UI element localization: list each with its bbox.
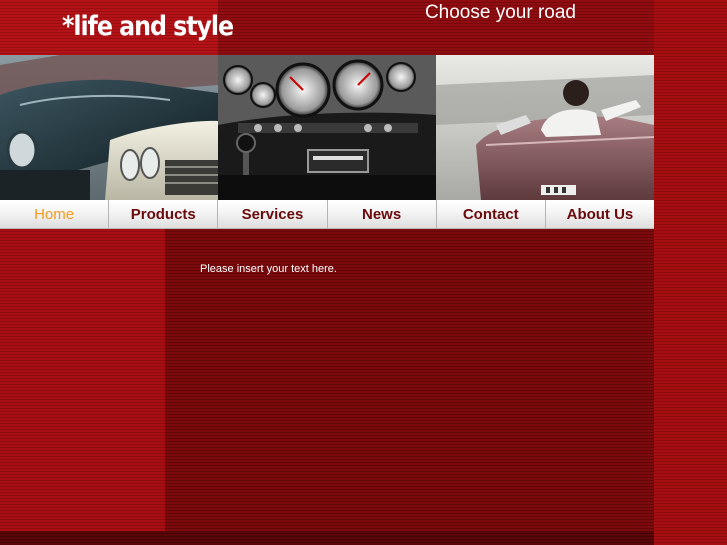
footer-strip	[0, 531, 654, 545]
nav-home[interactable]: Home	[0, 200, 110, 228]
nav-services[interactable]: Services	[218, 200, 328, 228]
site-tagline: Choose your road	[424, 2, 576, 23]
logo-area: *life and style	[0, 0, 234, 55]
nav-about-us[interactable]: About Us	[545, 200, 655, 228]
photo-banner	[0, 55, 654, 200]
convertible-driver-photo	[436, 55, 654, 200]
nav-news[interactable]: News	[327, 200, 437, 228]
nav-contact[interactable]: Contact	[436, 200, 546, 228]
main-content: Please insert your text here.	[165, 229, 654, 531]
site-logo[interactable]: *life and style	[62, 10, 234, 44]
dashboard-gauges-photo	[218, 55, 436, 200]
sidebar	[0, 229, 165, 531]
vintage-cars-photo	[0, 55, 218, 200]
main-navigation: Home Products Services News Contact Abou…	[0, 200, 655, 229]
header: *life and style Choose your road	[0, 0, 654, 55]
nav-products[interactable]: Products	[109, 200, 219, 228]
content-placeholder-text: Please insert your text here.	[200, 263, 337, 275]
